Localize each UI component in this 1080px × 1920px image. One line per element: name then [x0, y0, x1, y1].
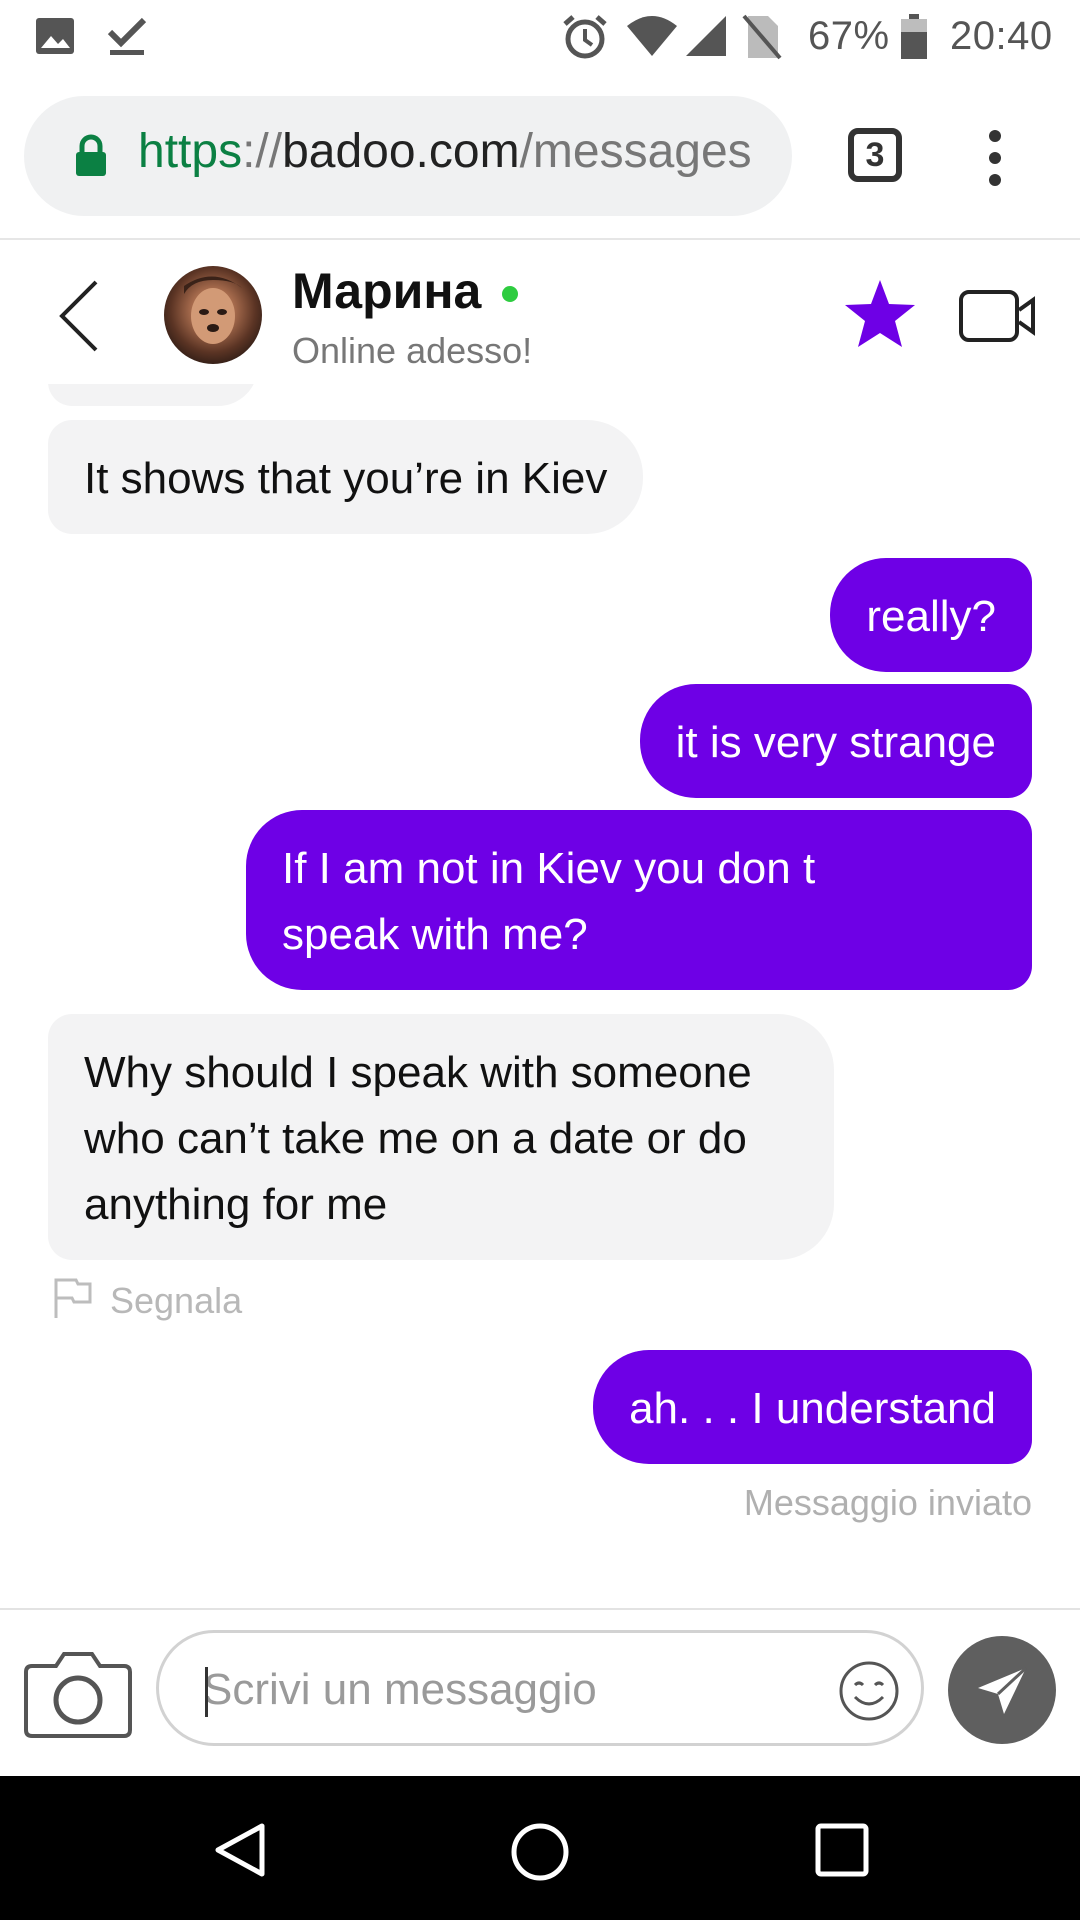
tab-switcher-button[interactable]: 3 — [848, 128, 902, 182]
status-bar: 67% 20:40 — [0, 0, 1080, 74]
lock-icon — [74, 134, 108, 183]
download-done-icon — [104, 14, 150, 63]
message-bubble-outgoing[interactable]: it is very strange — [639, 684, 1032, 798]
signal-icon — [684, 14, 728, 63]
address-bar[interactable]: https://badoo.com/messages — [24, 96, 792, 216]
report-button[interactable]: Segnala — [52, 1276, 242, 1326]
message-bubble-incoming[interactable]: It shows that you’re in Kiev — [48, 420, 644, 534]
avatar[interactable] — [164, 266, 262, 364]
online-indicator — [502, 286, 518, 302]
browser-menu-button[interactable] — [982, 130, 1008, 186]
url-scheme: https — [138, 125, 243, 178]
contact-name: Марина — [292, 263, 482, 319]
menu-dot-icon — [989, 174, 1001, 186]
emoji-button[interactable] — [837, 1659, 901, 1728]
message-list[interactable]: It shows that you’re in Kiev really? it … — [0, 384, 1080, 1608]
text-caret — [205, 1667, 208, 1717]
message-input-field[interactable] — [156, 1630, 924, 1746]
message-bubble-outgoing[interactable]: ah. . . I understand — [593, 1350, 1032, 1464]
back-button[interactable] — [56, 278, 102, 359]
clock: 20:40 — [950, 14, 1053, 58]
alarm-icon — [562, 14, 608, 65]
url-text: https://badoo.com/messages — [138, 124, 788, 179]
battery-icon — [900, 14, 928, 65]
nav-back-button[interactable] — [210, 1820, 270, 1885]
flag-icon — [54, 1278, 92, 1318]
message-input[interactable] — [203, 1659, 763, 1721]
contact-status: Online adesso! — [292, 330, 533, 371]
system-navigation-bar — [0, 1776, 1080, 1920]
message-bubble-outgoing[interactable]: really? — [830, 558, 1032, 672]
wifi-icon — [626, 14, 678, 63]
report-label: Segnala — [110, 1280, 243, 1321]
url-path: /messages — [519, 125, 752, 178]
camera-button[interactable] — [22, 1644, 134, 1745]
message-composer — [0, 1608, 1080, 1776]
message-bubble-outgoing[interactable]: If I am not in Kiev you don t speak with… — [246, 810, 1032, 990]
no-sim-icon — [742, 14, 782, 65]
url-separator: :// — [242, 125, 283, 178]
browser-toolbar: https://badoo.com/messages 3 — [0, 74, 1080, 240]
video-call-button[interactable] — [958, 288, 1038, 349]
chat-header: Марина Online adesso! — [0, 242, 1080, 384]
send-icon — [978, 1666, 1028, 1714]
battery-level: 67% — [808, 14, 890, 58]
message-bubble-incoming — [48, 384, 258, 406]
send-button[interactable] — [948, 1636, 1056, 1744]
menu-dot-icon — [989, 152, 1001, 164]
favorite-star-button[interactable] — [842, 278, 918, 355]
delivery-status: Messaggio inviato — [743, 1482, 1032, 1523]
nav-home-button[interactable] — [508, 1820, 572, 1889]
url-host: badoo.com — [282, 125, 520, 178]
menu-dot-icon — [989, 130, 1001, 142]
nav-recents-button[interactable] — [812, 1820, 872, 1885]
image-icon — [34, 14, 78, 63]
message-bubble-incoming[interactable]: Why should I speak with someone who can’… — [48, 1014, 834, 1260]
